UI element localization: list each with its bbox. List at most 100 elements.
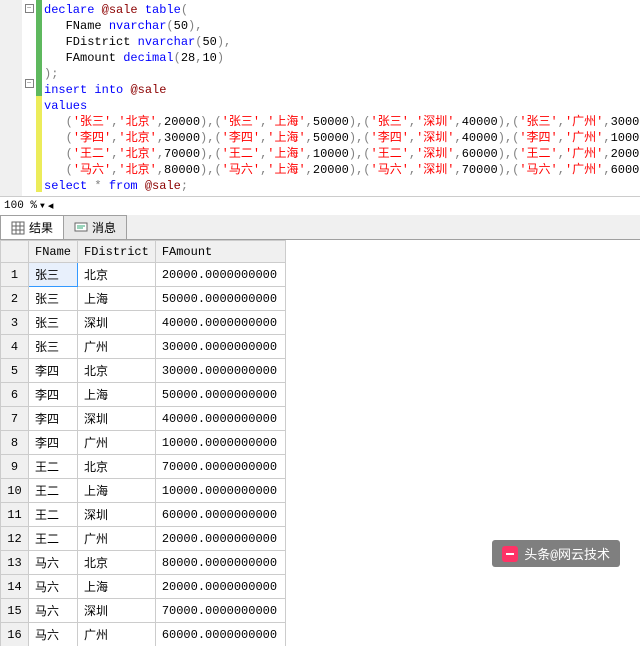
cell-fdistrict[interactable]: 上海 xyxy=(78,479,156,503)
table-row[interactable]: 15 马六 深圳 70000.0000000000 xyxy=(1,599,286,623)
row-number: 7 xyxy=(1,407,29,431)
editor-gutter xyxy=(0,0,22,196)
cell-fname[interactable]: 张三 xyxy=(29,335,78,359)
cell-famount[interactable]: 20000.0000000000 xyxy=(155,575,285,599)
cell-fname[interactable]: 张三 xyxy=(29,263,78,287)
cell-fdistrict[interactable]: 北京 xyxy=(78,455,156,479)
row-number: 2 xyxy=(1,287,29,311)
cell-fdistrict[interactable]: 北京 xyxy=(78,359,156,383)
cell-famount[interactable]: 10000.0000000000 xyxy=(155,479,285,503)
cell-famount[interactable]: 50000.0000000000 xyxy=(155,383,285,407)
table-row[interactable]: 16 马六 广州 60000.0000000000 xyxy=(1,623,286,646)
cell-fname[interactable]: 张三 xyxy=(29,287,78,311)
cell-fname[interactable]: 王二 xyxy=(29,503,78,527)
table-row[interactable]: 7 李四 深圳 40000.0000000000 xyxy=(1,407,286,431)
row-number: 15 xyxy=(1,599,29,623)
cell-fdistrict[interactable]: 深圳 xyxy=(78,407,156,431)
table-row[interactable]: 5 李四 北京 30000.0000000000 xyxy=(1,359,286,383)
row-number: 10 xyxy=(1,479,29,503)
table-row[interactable]: 3 张三 深圳 40000.0000000000 xyxy=(1,311,286,335)
table-row[interactable]: 2 张三 上海 50000.0000000000 xyxy=(1,287,286,311)
cell-famount[interactable]: 20000.0000000000 xyxy=(155,263,285,287)
cell-fdistrict[interactable]: 北京 xyxy=(78,263,156,287)
cell-fname[interactable]: 马六 xyxy=(29,575,78,599)
cell-fname[interactable]: 李四 xyxy=(29,383,78,407)
col-header[interactable]: FDistrict xyxy=(78,241,156,263)
cell-fname[interactable]: 王二 xyxy=(29,455,78,479)
cell-famount[interactable]: 20000.0000000000 xyxy=(155,527,285,551)
cell-fname[interactable]: 马六 xyxy=(29,623,78,646)
cell-famount[interactable]: 40000.0000000000 xyxy=(155,311,285,335)
cell-famount[interactable]: 60000.0000000000 xyxy=(155,623,285,646)
table-row[interactable]: 14 马六 上海 20000.0000000000 xyxy=(1,575,286,599)
results-tabs: 结果 消息 xyxy=(0,215,640,240)
cell-fdistrict[interactable]: 上海 xyxy=(78,287,156,311)
table-row[interactable]: 10 王二 上海 10000.0000000000 xyxy=(1,479,286,503)
watermark-icon xyxy=(502,546,518,562)
cell-fname[interactable]: 马六 xyxy=(29,599,78,623)
zoom-scrubber[interactable]: ◂ xyxy=(48,199,54,213)
tab-messages[interactable]: 消息 xyxy=(63,215,127,239)
cell-famount[interactable]: 70000.0000000000 xyxy=(155,599,285,623)
cell-fdistrict[interactable]: 上海 xyxy=(78,575,156,599)
watermark-text: 头条@网云技术 xyxy=(524,544,610,563)
col-header[interactable]: FName xyxy=(29,241,78,263)
cell-fname[interactable]: 李四 xyxy=(29,407,78,431)
tab-label: 结果 xyxy=(29,219,53,236)
sql-editor[interactable]: − − declare @sale table( FName nvarchar(… xyxy=(0,0,640,196)
fold-button[interactable]: − xyxy=(25,4,34,13)
code-area[interactable]: declare @sale table( FName nvarchar(50),… xyxy=(42,0,640,196)
fold-column: − − xyxy=(22,0,36,196)
table-row[interactable]: 11 王二 深圳 60000.0000000000 xyxy=(1,503,286,527)
cell-fdistrict[interactable]: 深圳 xyxy=(78,503,156,527)
cell-famount[interactable]: 30000.0000000000 xyxy=(155,359,285,383)
row-number: 8 xyxy=(1,431,29,455)
row-number: 9 xyxy=(1,455,29,479)
results-table: FName FDistrict FAmount 1 张三 北京 20000.00… xyxy=(0,240,286,646)
tab-label: 消息 xyxy=(92,219,116,236)
watermark: 头条@网云技术 xyxy=(492,540,620,567)
cell-fdistrict[interactable]: 广州 xyxy=(78,431,156,455)
cell-fdistrict[interactable]: 广州 xyxy=(78,527,156,551)
table-row[interactable]: 4 张三 广州 30000.0000000000 xyxy=(1,335,286,359)
cell-fdistrict[interactable]: 深圳 xyxy=(78,599,156,623)
cell-famount[interactable]: 30000.0000000000 xyxy=(155,335,285,359)
table-row[interactable]: 8 李四 广州 10000.0000000000 xyxy=(1,431,286,455)
cell-fdistrict[interactable]: 广州 xyxy=(78,623,156,646)
cell-fdistrict[interactable]: 深圳 xyxy=(78,311,156,335)
cell-fname[interactable]: 马六 xyxy=(29,551,78,575)
cell-famount[interactable]: 40000.0000000000 xyxy=(155,407,285,431)
row-number: 4 xyxy=(1,335,29,359)
table-row[interactable]: 9 王二 北京 70000.0000000000 xyxy=(1,455,286,479)
cell-famount[interactable]: 50000.0000000000 xyxy=(155,287,285,311)
zoom-dropdown-icon[interactable]: ▼ xyxy=(40,202,45,211)
grid-icon xyxy=(11,221,25,235)
results-grid[interactable]: FName FDistrict FAmount 1 张三 北京 20000.00… xyxy=(0,240,640,646)
cell-famount[interactable]: 80000.0000000000 xyxy=(155,551,285,575)
cell-fdistrict[interactable]: 上海 xyxy=(78,383,156,407)
cell-fname[interactable]: 李四 xyxy=(29,359,78,383)
cell-fname[interactable]: 李四 xyxy=(29,431,78,455)
cell-fname[interactable]: 王二 xyxy=(29,479,78,503)
col-header[interactable]: FAmount xyxy=(155,241,285,263)
cell-famount[interactable]: 70000.0000000000 xyxy=(155,455,285,479)
cell-famount[interactable]: 10000.0000000000 xyxy=(155,431,285,455)
row-number: 12 xyxy=(1,527,29,551)
zoom-value[interactable]: 100 % xyxy=(4,200,37,212)
cell-famount[interactable]: 60000.0000000000 xyxy=(155,503,285,527)
table-row[interactable]: 1 张三 北京 20000.0000000000 xyxy=(1,263,286,287)
table-row[interactable]: 13 马六 北京 80000.0000000000 xyxy=(1,551,286,575)
table-row[interactable]: 12 王二 广州 20000.0000000000 xyxy=(1,527,286,551)
table-row[interactable]: 6 李四 上海 50000.0000000000 xyxy=(1,383,286,407)
cell-fname[interactable]: 王二 xyxy=(29,527,78,551)
row-number: 11 xyxy=(1,503,29,527)
tab-results[interactable]: 结果 xyxy=(0,215,64,239)
row-number: 5 xyxy=(1,359,29,383)
row-number: 1 xyxy=(1,263,29,287)
row-number: 6 xyxy=(1,383,29,407)
cell-fdistrict[interactable]: 北京 xyxy=(78,551,156,575)
zoom-bar: 100 % ▼ ◂ xyxy=(0,196,640,215)
fold-button[interactable]: − xyxy=(25,79,34,88)
cell-fdistrict[interactable]: 广州 xyxy=(78,335,156,359)
cell-fname[interactable]: 张三 xyxy=(29,311,78,335)
